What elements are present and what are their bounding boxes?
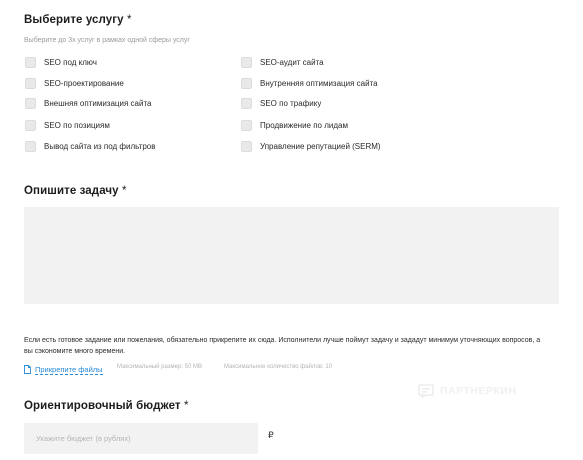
service-checkbox[interactable] bbox=[241, 78, 252, 89]
attach-row: Прикрепите файлы bbox=[24, 361, 103, 379]
service-checkbox[interactable] bbox=[241, 141, 252, 152]
partnerkin-logo-icon bbox=[418, 384, 434, 399]
required-mark: * bbox=[126, 14, 132, 26]
service-option-label: SEO по трафику bbox=[260, 99, 322, 108]
service-checkbox[interactable] bbox=[241, 120, 252, 131]
service-option-label: SEO по позициям bbox=[44, 121, 110, 130]
service-option-label: Внутренняя оптимизация сайта bbox=[260, 79, 378, 88]
attach-files-link[interactable]: Прикрепите файлы bbox=[35, 365, 103, 375]
service-checkbox[interactable] bbox=[241, 57, 252, 68]
required-mark: * bbox=[183, 400, 189, 412]
service-right-option[interactable]: SEO по трафику bbox=[241, 98, 321, 109]
service-left-option[interactable]: Внешняя оптимизация сайта bbox=[25, 98, 151, 109]
service-right-option[interactable]: Внутренняя оптимизация сайта bbox=[241, 78, 378, 89]
service-option-label: Внешняя оптимизация сайта bbox=[44, 99, 152, 108]
service-title-text: Выберите услугу bbox=[24, 14, 124, 26]
required-mark: * bbox=[121, 185, 127, 197]
file-icon bbox=[24, 361, 31, 379]
service-option-label: Вывод сайта из под фильтров bbox=[44, 142, 156, 151]
service-option-label: SEO-аудит сайта bbox=[260, 58, 324, 67]
service-checkbox[interactable] bbox=[25, 78, 36, 89]
task-description-textarea[interactable] bbox=[24, 207, 559, 304]
service-option-label: Продвижение по лидам bbox=[260, 121, 348, 130]
watermark: ПАРТНЕРКИН bbox=[418, 384, 517, 399]
currency-symbol: ₽ bbox=[268, 430, 274, 440]
max-size-info: Максимальный размер: 50 MB bbox=[117, 364, 203, 370]
service-left-option[interactable]: SEO по позициям bbox=[25, 120, 110, 131]
service-checkbox[interactable] bbox=[25, 120, 36, 131]
budget-title: Ориентировочный бюджет * bbox=[24, 400, 189, 412]
service-checkbox[interactable] bbox=[25, 141, 36, 152]
service-checkbox[interactable] bbox=[25, 57, 36, 68]
service-hint: Выберите до 3х услуг в рамках одной сфер… bbox=[24, 37, 190, 44]
watermark-text: ПАРТНЕРКИН bbox=[440, 385, 517, 397]
service-option-label: SEO-проектирование bbox=[44, 79, 124, 88]
service-left-option[interactable]: SEO-проектирование bbox=[25, 78, 124, 89]
service-right-option[interactable]: SEO-аудит сайта bbox=[241, 57, 324, 68]
task-note: Если есть готовое задание или пожелания,… bbox=[24, 337, 541, 355]
task-title: Опишите задачу * bbox=[24, 185, 127, 197]
task-title-text: Опишите задачу bbox=[24, 185, 119, 197]
service-left-option[interactable]: SEO под ключ bbox=[25, 57, 97, 68]
max-count-info: Максимальное количество файлов: 10 bbox=[224, 364, 332, 370]
service-left-option[interactable]: Вывод сайта из под фильтров bbox=[25, 141, 156, 152]
budget-title-text: Ориентировочный бюджет bbox=[24, 400, 181, 412]
service-option-label: SEO под ключ bbox=[44, 58, 97, 67]
service-checkbox[interactable] bbox=[25, 98, 36, 109]
service-right-option[interactable]: Управление репутацией (SERM) bbox=[241, 141, 381, 152]
service-checkbox[interactable] bbox=[241, 98, 252, 109]
service-right-option[interactable]: Продвижение по лидам bbox=[241, 120, 348, 131]
budget-input[interactable]: Укажите бюджет (в рублях) bbox=[24, 423, 258, 454]
service-option-label: Управление репутацией (SERM) bbox=[260, 142, 381, 151]
budget-placeholder: Укажите бюджет (в рублях) bbox=[36, 434, 131, 443]
service-title: Выберите услугу * bbox=[24, 14, 132, 26]
